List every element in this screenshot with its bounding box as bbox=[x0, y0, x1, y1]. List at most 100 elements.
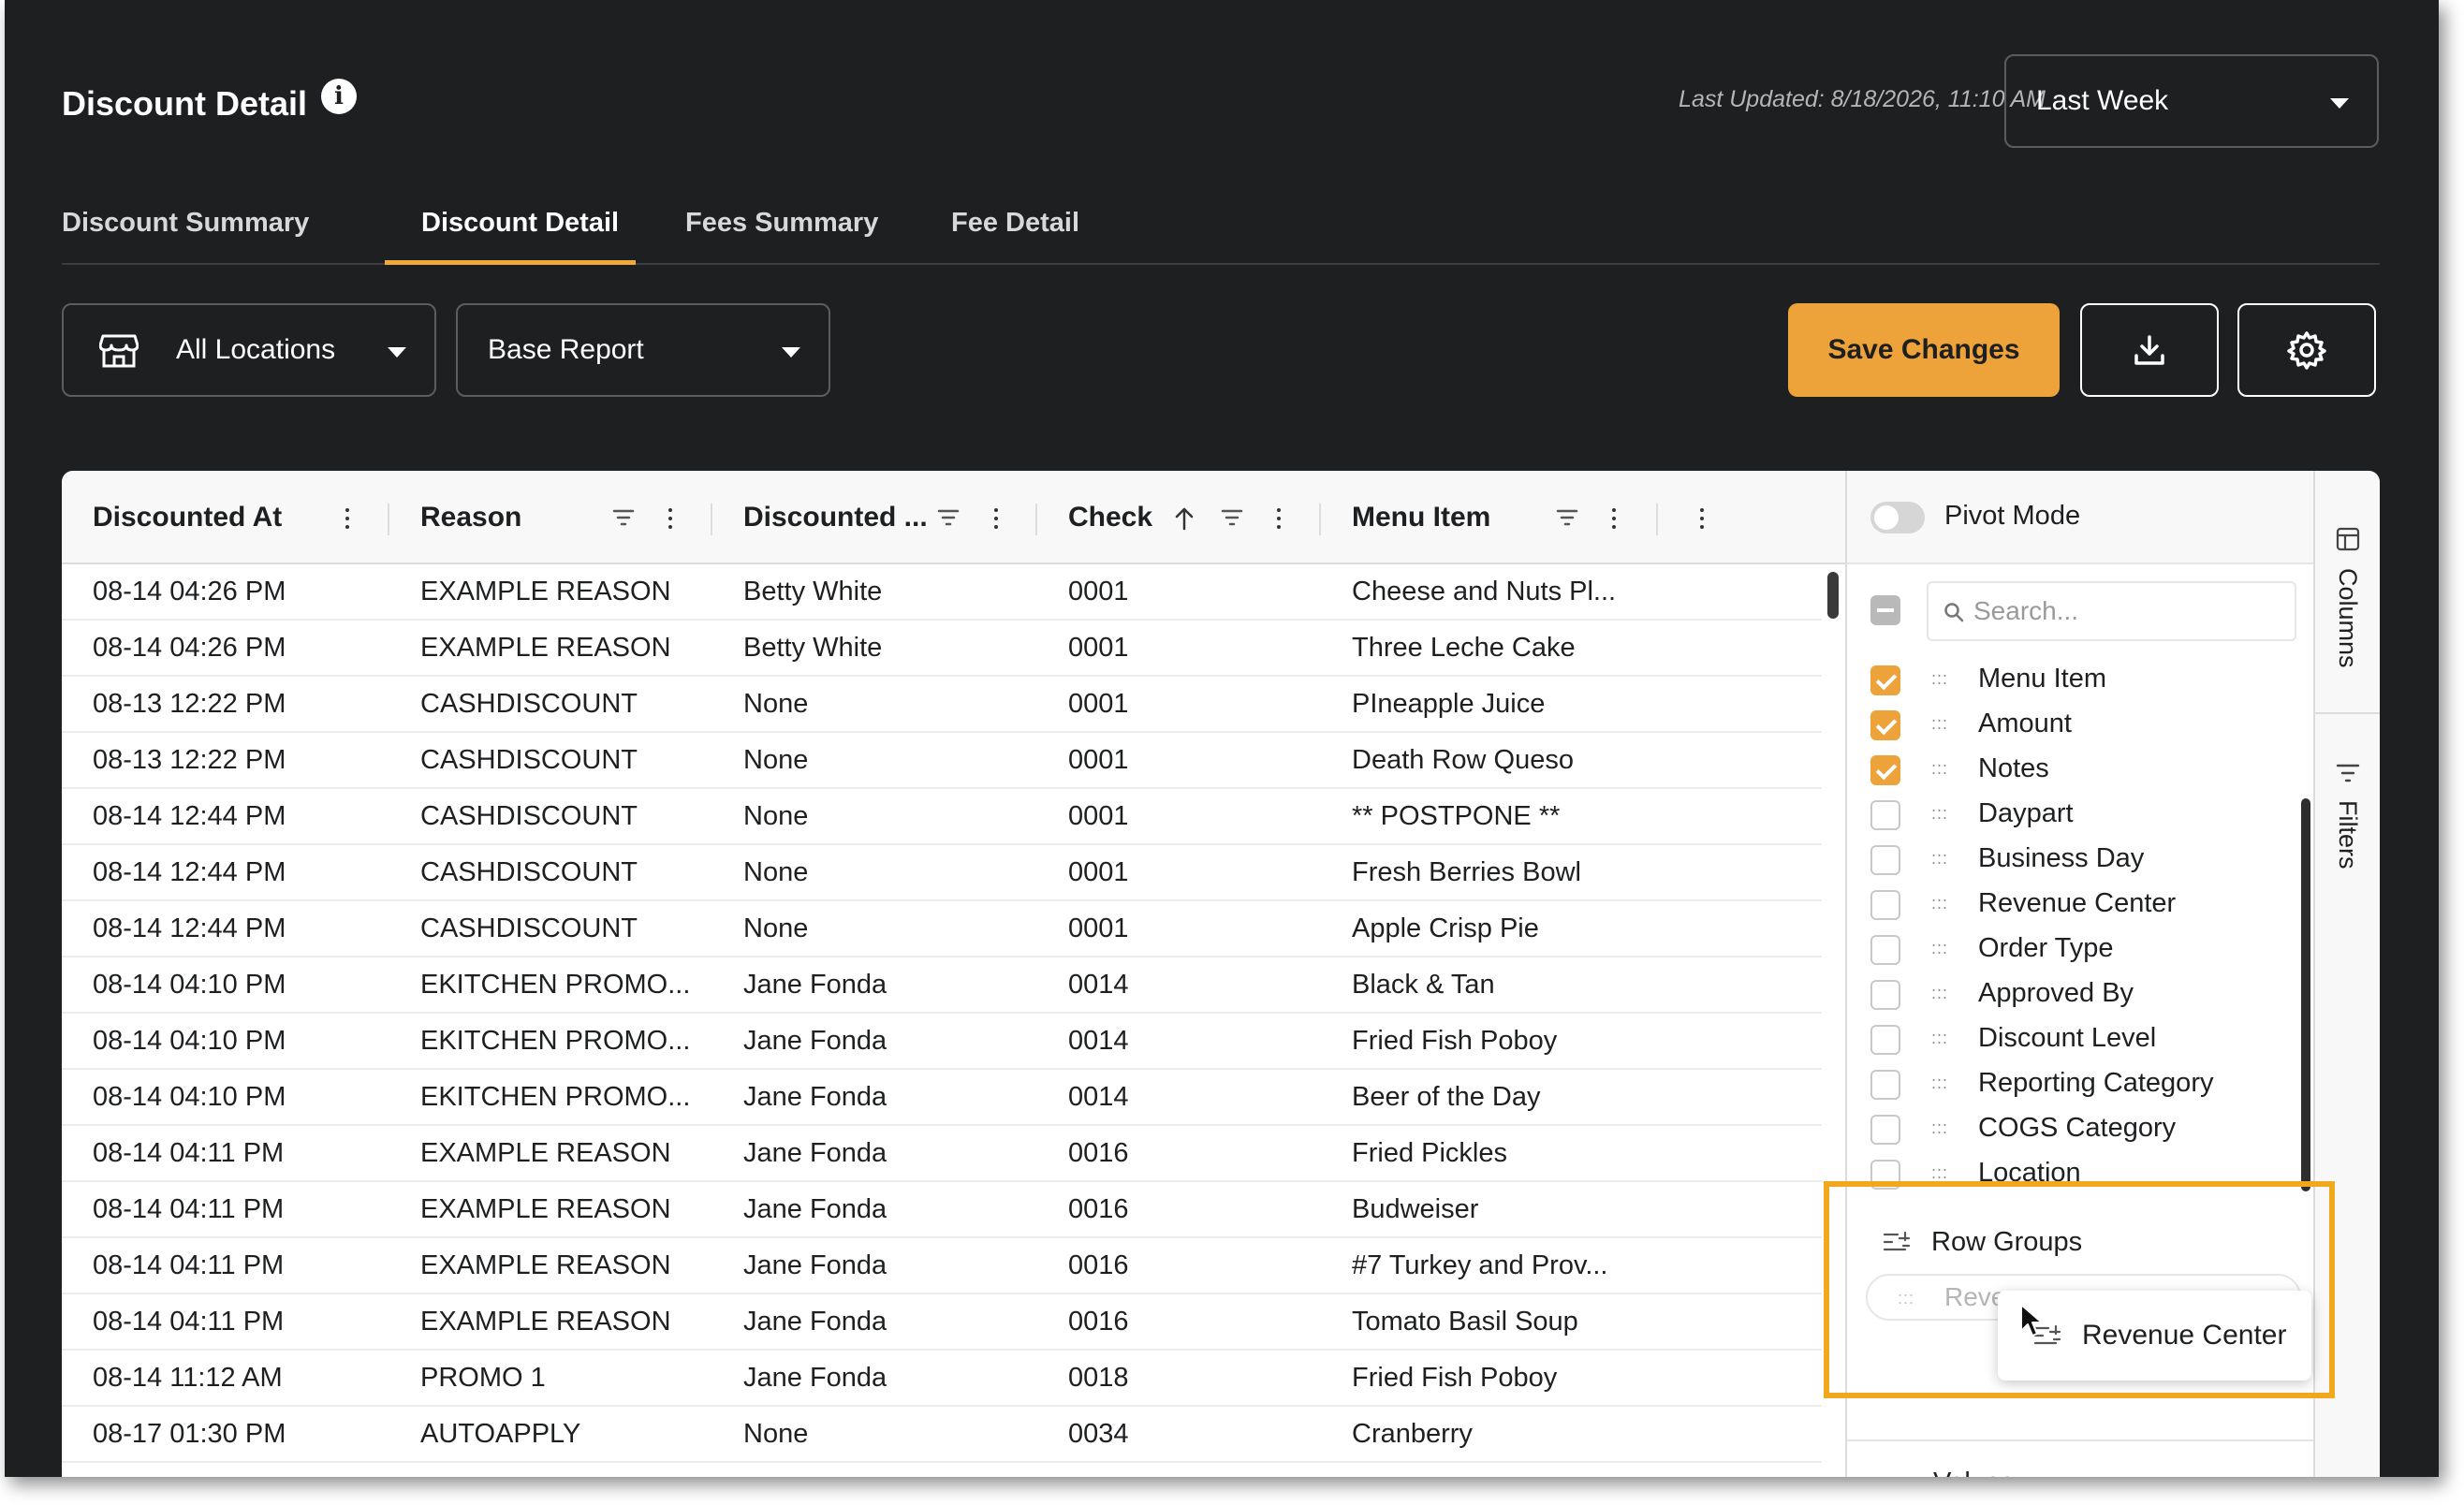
info-icon[interactable]: i bbox=[321, 79, 357, 114]
header-discounted-at[interactable]: Discounted At bbox=[93, 471, 282, 564]
filter-icon[interactable] bbox=[1556, 508, 1578, 527]
column-menu-icon[interactable] bbox=[1612, 508, 1616, 529]
column-checkbox[interactable] bbox=[1870, 800, 1900, 830]
table-row[interactable]: 08-14 04:11 PM EXAMPLE REASON Jane Fonda 00… bbox=[62, 1294, 1822, 1351]
drag-handle-icon[interactable]: ::: bbox=[1931, 894, 1948, 913]
cell-menu-item: Fried Fish Poboy bbox=[1352, 1026, 1558, 1056]
column-list-item[interactable]: ::: Order Type bbox=[1847, 928, 2296, 972]
cell-discounted-by: Jane Fonda bbox=[743, 1307, 887, 1337]
table-row[interactable]: 08-14 04:26 PM EXAMPLE REASON Betty White 0… bbox=[62, 621, 1822, 677]
column-checkbox[interactable] bbox=[1870, 1070, 1900, 1100]
side-tab-filters[interactable]: Filters bbox=[2315, 763, 2380, 869]
settings-button[interactable] bbox=[2237, 303, 2376, 397]
select-all-checkbox[interactable] bbox=[1870, 595, 1900, 625]
save-changes-button[interactable]: Save Changes bbox=[1788, 303, 2060, 397]
column-checkbox[interactable] bbox=[1870, 845, 1900, 875]
column-menu-icon[interactable] bbox=[1277, 508, 1281, 529]
drag-handle-icon[interactable]: ::: bbox=[1931, 804, 1948, 824]
column-list-item[interactable]: ::: Amount bbox=[1847, 703, 2296, 748]
drag-handle-icon[interactable]: ::: bbox=[1931, 759, 1948, 779]
table-row[interactable]: 08-14 04:11 PM EXAMPLE REASON Jane Fonda 00… bbox=[62, 1126, 1822, 1182]
table-row[interactable]: 08-14 12:44 PM CASHDISCOUNT None 0001 Fresh … bbox=[62, 845, 1822, 901]
drag-handle-icon[interactable]: ::: bbox=[1931, 849, 1948, 869]
column-checkbox[interactable] bbox=[1870, 755, 1900, 785]
cell-menu-item: #7 Turkey and Prov... bbox=[1352, 1250, 1608, 1280]
side-tab-columns[interactable]: Columns bbox=[2315, 527, 2380, 668]
header-menu-item[interactable]: Menu Item bbox=[1352, 471, 1490, 564]
column-list-item[interactable]: ::: Menu Item bbox=[1847, 658, 2296, 703]
column-divider[interactable] bbox=[1035, 504, 1037, 535]
column-menu-icon[interactable] bbox=[345, 508, 349, 529]
column-list-item[interactable]: ::: Reporting Category bbox=[1847, 1062, 2296, 1107]
column-label: Notes bbox=[1978, 753, 2049, 783]
column-search-input[interactable]: Search... bbox=[1927, 581, 2296, 641]
column-checkbox[interactable] bbox=[1870, 1115, 1900, 1145]
table-row[interactable]: 08-14 04:10 PM EKITCHEN PROMO... Jane Fond… bbox=[62, 957, 1822, 1014]
table-row[interactable]: 08-14 04:11 PM EXAMPLE REASON Jane Fonda 00… bbox=[62, 1238, 1822, 1294]
drag-handle-icon[interactable]: ::: bbox=[1931, 1118, 1948, 1138]
header-check[interactable]: Check bbox=[1068, 471, 1152, 564]
filter-icon[interactable] bbox=[937, 508, 960, 527]
column-checkbox[interactable] bbox=[1870, 935, 1900, 965]
tab-discount-detail[interactable]: Discount Detail bbox=[421, 208, 619, 239]
download-button[interactable] bbox=[2080, 303, 2219, 397]
pivot-mode-row: Pivot Mode bbox=[1847, 471, 2315, 564]
sort-ascending-icon[interactable] bbox=[1174, 506, 1195, 531]
column-checkbox[interactable] bbox=[1870, 710, 1900, 740]
table-row[interactable]: 08-14 04:26 PM EXAMPLE REASON Betty White 0… bbox=[62, 564, 1822, 621]
column-label: Daypart bbox=[1978, 798, 2074, 828]
column-checkbox[interactable] bbox=[1870, 890, 1900, 920]
column-list-item[interactable]: ::: Discount Level bbox=[1847, 1017, 2296, 1062]
column-checkbox[interactable] bbox=[1870, 665, 1900, 695]
cell-discounted-at: 08-14 04:11 PM bbox=[93, 1250, 285, 1280]
table-scrollbar[interactable] bbox=[1827, 572, 1839, 619]
location-select[interactable]: All Locations bbox=[62, 303, 436, 397]
drag-handle-icon[interactable]: ::: bbox=[1931, 1163, 1948, 1183]
table-row[interactable]: 08-13 12:22 PM CASHDISCOUNT None 0001 PIneap… bbox=[62, 677, 1822, 733]
table-row[interactable]: 08-14 12:44 PM CASHDISCOUNT None 0001 ** POS… bbox=[62, 789, 1822, 845]
table-row[interactable]: 08-14 11:12 AM PROMO 1 Jane Fonda 0018 Fried… bbox=[62, 1351, 1822, 1407]
filter-icon[interactable] bbox=[612, 508, 635, 527]
column-menu-icon[interactable] bbox=[1700, 508, 1704, 529]
column-divider[interactable] bbox=[1656, 504, 1658, 535]
column-list-scrollbar[interactable] bbox=[2301, 798, 2310, 1191]
drag-handle-icon[interactable]: ::: bbox=[1931, 939, 1948, 958]
header-reason[interactable]: Reason bbox=[420, 471, 521, 564]
column-list-item[interactable]: ::: COGS Category bbox=[1847, 1107, 2296, 1152]
cell-check: 0001 bbox=[1068, 913, 1129, 943]
drag-handle-icon[interactable]: ::: bbox=[1931, 984, 1948, 1003]
drag-handle-icon[interactable]: ::: bbox=[1931, 714, 1948, 734]
cell-menu-item: Budweiser bbox=[1352, 1194, 1479, 1224]
table-row[interactable]: 08-14 04:11 PM EXAMPLE REASON Jane Fonda 00… bbox=[62, 1182, 1822, 1238]
report-select[interactable]: Base Report bbox=[456, 303, 830, 397]
tab-fee-detail[interactable]: Fee Detail bbox=[951, 208, 1079, 239]
table-row[interactable]: 08-13 12:22 PM CASHDISCOUNT None 0001 Death … bbox=[62, 733, 1822, 789]
table-row[interactable]: 08-17 01:30 PM AUTOAPPLY None 0034 Cranberry bbox=[62, 1407, 1822, 1463]
column-checkbox[interactable] bbox=[1870, 1025, 1900, 1055]
column-list-item[interactable]: ::: Daypart bbox=[1847, 793, 2296, 838]
column-list-item[interactable]: ::: Notes bbox=[1847, 748, 2296, 793]
filter-icon[interactable] bbox=[1221, 508, 1243, 527]
header-discounted-by[interactable]: Discounted ... bbox=[743, 471, 928, 564]
column-label: Amount bbox=[1978, 709, 2072, 738]
column-list-item[interactable]: ::: Revenue Center bbox=[1847, 883, 2296, 928]
column-menu-icon[interactable] bbox=[994, 508, 998, 529]
column-divider[interactable] bbox=[1319, 504, 1321, 535]
column-divider[interactable] bbox=[388, 504, 389, 535]
cell-discounted-by: Jane Fonda bbox=[743, 1026, 887, 1056]
column-divider[interactable] bbox=[711, 504, 712, 535]
pivot-mode-toggle[interactable] bbox=[1870, 502, 1925, 533]
table-row[interactable]: 08-14 04:10 PM EKITCHEN PROMO... Jane Fond… bbox=[62, 1070, 1822, 1126]
column-list-item[interactable]: ::: Business Day bbox=[1847, 838, 2296, 883]
drag-handle-icon[interactable]: ::: bbox=[1931, 669, 1948, 689]
table-row[interactable]: 08-14 12:44 PM CASHDISCOUNT None 0001 Apple … bbox=[62, 901, 1822, 957]
column-list-item[interactable]: ::: Approved By bbox=[1847, 972, 2296, 1017]
table-row[interactable]: 08-14 04:10 PM EKITCHEN PROMO... Jane Fond… bbox=[62, 1014, 1822, 1070]
column-menu-icon[interactable] bbox=[668, 508, 672, 529]
drag-handle-icon[interactable]: ::: bbox=[1931, 1029, 1948, 1048]
column-checkbox[interactable] bbox=[1870, 980, 1900, 1010]
period-select[interactable]: Last Week bbox=[2004, 54, 2379, 148]
tab-discount-summary[interactable]: Discount Summary bbox=[62, 208, 309, 239]
drag-handle-icon[interactable]: ::: bbox=[1931, 1074, 1948, 1093]
tab-fees-summary[interactable]: Fees Summary bbox=[685, 208, 878, 239]
